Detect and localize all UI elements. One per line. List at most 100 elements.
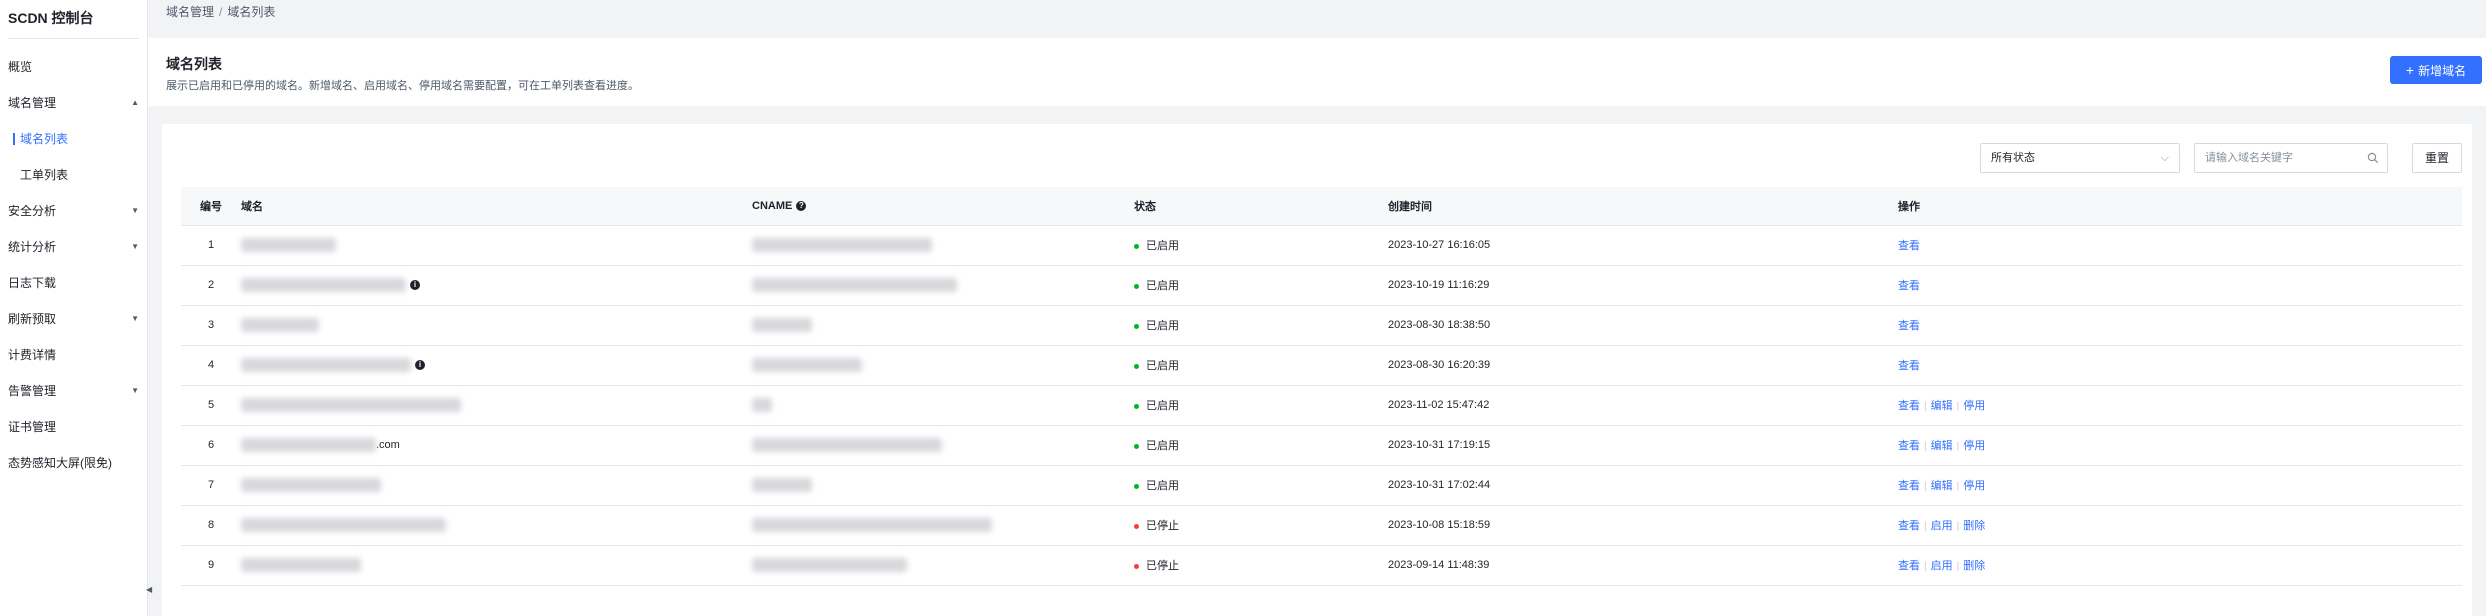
sidebar-item-label: 概览 [8,60,33,74]
question-circle-icon[interactable]: ? [796,200,807,211]
sidebar-item-4[interactable]: 安全分析 ▼ [0,193,147,229]
row-actions: 查看 | 启用 | 删除 [1898,545,2462,586]
row-cname [752,505,1134,546]
status-label: 已停止 [1146,560,1179,572]
search-icon[interactable] [2367,152,2379,164]
redacted-domain [241,318,319,332]
status-filter-value: 所有状态 [1991,152,2035,164]
sidebar-item-label: 刷新预取 [8,312,57,326]
row-actions: 查看 [1898,345,2462,386]
sidebar-item-2[interactable]: 域名列表 [0,121,147,157]
sidebar-item-7[interactable]: 刷新预取 ▼ [0,301,147,337]
status-dot-icon [1134,243,1139,249]
action-link[interactable]: 查看 [1898,560,1920,572]
redacted-cname [752,478,812,492]
redacted-cname [752,358,862,372]
redacted-cname [752,518,992,532]
domain-table-body: 1 已启用 2023-10-27 16:16:05 查看 2 i 已启用 2023-10-19… [181,225,2462,586]
sidebar-item-9[interactable]: 告警管理 ▼ [0,373,147,409]
status-label: 已启用 [1146,240,1179,252]
sidebar-item-1[interactable]: 域名管理 ▲ [0,85,147,121]
row-index: 7 [181,465,241,506]
action-link[interactable]: 查看 [1898,520,1920,532]
status-label: 已启用 [1146,480,1179,492]
action-link[interactable]: 启用 [1931,560,1953,572]
main-content: 域名管理 / 域名列表 域名列表 展示已启用和已停用的域名。新增域名、启用域名、停用… [148,0,2486,616]
reset-button[interactable]: 重置 [2412,143,2462,173]
row-index: 8 [181,505,241,546]
status-label: 已启用 [1146,440,1179,452]
redacted-domain [241,398,461,412]
redacted-cname [752,278,957,292]
redacted-domain [241,438,376,452]
redacted-domain [241,558,361,572]
sidebar-item-label: 证书管理 [8,420,57,434]
row-cname [752,385,1134,426]
chevron-down-icon: ▼ [131,242,139,251]
redacted-domain [241,278,406,292]
sidebar-item-label: 统计分析 [8,240,57,254]
add-domain-button[interactable]: + 新增域名 [2390,56,2482,84]
action-link[interactable]: 停用 [1963,400,1985,412]
row-actions: 查看 [1898,225,2462,266]
sidebar-item-11[interactable]: 态势感知大屏(限免) [0,445,147,481]
sidebar-item-10[interactable]: 证书管理 [0,409,147,445]
row-cname [752,545,1134,586]
status-dot-icon [1134,283,1139,289]
status-label: 已启用 [1146,360,1179,372]
table-row: 7 已启用 2023-10-31 17:02:44 查看 | 编辑 | 停用 [181,465,2462,506]
action-separator: | [1956,561,1960,572]
action-link[interactable]: 编辑 [1931,480,1953,492]
table-row: 1 已启用 2023-10-27 16:16:05 查看 [181,225,2462,266]
action-link[interactable]: 编辑 [1931,400,1953,412]
action-separator: | [1956,441,1960,452]
action-link[interactable]: 查看 [1898,440,1920,452]
sidebar-item-label: 态势感知大屏(限免) [8,456,112,470]
row-status: 已启用 [1134,345,1388,386]
sidebar-item-3[interactable]: 工单列表 [0,157,147,193]
table-row: 4 i 已启用 2023-08-30 16:20:39 查看 [181,345,2462,386]
action-link[interactable]: 删除 [1963,560,1985,572]
action-link[interactable]: 停用 [1963,480,1985,492]
row-created-time: 2023-11-02 15:47:42 [1388,385,1898,426]
domain-text: .com [376,438,400,451]
sidebar-item-6[interactable]: 日志下载 [0,265,147,301]
page-title: 域名列表 [166,56,222,72]
console-title: SCDN 控制台 [8,10,94,26]
sidebar-item-0[interactable]: 概览 [0,49,147,85]
action-link[interactable]: 停用 [1963,440,1985,452]
redacted-cname [752,238,932,252]
row-status: 已启用 [1134,265,1388,306]
domain-search-input[interactable] [2195,144,2355,172]
action-link[interactable]: 查看 [1898,480,1920,492]
info-icon[interactable]: i [410,280,420,290]
action-link[interactable]: 删除 [1963,520,1985,532]
row-cname [752,425,1134,466]
redacted-domain [241,238,336,252]
action-link[interactable]: 查看 [1898,280,1920,292]
action-link[interactable]: 查看 [1898,400,1920,412]
info-icon[interactable]: i [415,360,425,370]
row-index: 2 [181,265,241,306]
status-filter-select[interactable]: 所有状态 ⌵ [1980,143,2180,173]
redacted-domain [241,358,411,372]
sidebar-item-8[interactable]: 计费详情 [0,337,147,373]
sidebar-item-5[interactable]: 统计分析 ▼ [0,229,147,265]
sidebar-item-label: 安全分析 [8,204,57,218]
action-link[interactable]: 查看 [1898,240,1920,252]
sidebar-item-label: 计费详情 [8,348,57,362]
row-actions: 查看 | 编辑 | 停用 [1898,385,2462,426]
row-cname [752,305,1134,346]
action-link[interactable]: 查看 [1898,360,1920,372]
action-link[interactable]: 启用 [1931,520,1953,532]
breadcrumb-parent[interactable]: 域名管理 [166,5,214,19]
table-row: 2 i 已启用 2023-10-19 11:16:29 查看 [181,265,2462,306]
row-status: 已启用 [1134,225,1388,266]
column-header-created: 创建时间 [1388,187,1898,226]
action-link[interactable]: 编辑 [1931,440,1953,452]
row-created-time: 2023-10-31 17:02:44 [1388,465,1898,506]
action-link[interactable]: 查看 [1898,320,1920,332]
row-domain [241,305,752,346]
row-index: 5 [181,385,241,426]
row-status: 已启用 [1134,425,1388,466]
